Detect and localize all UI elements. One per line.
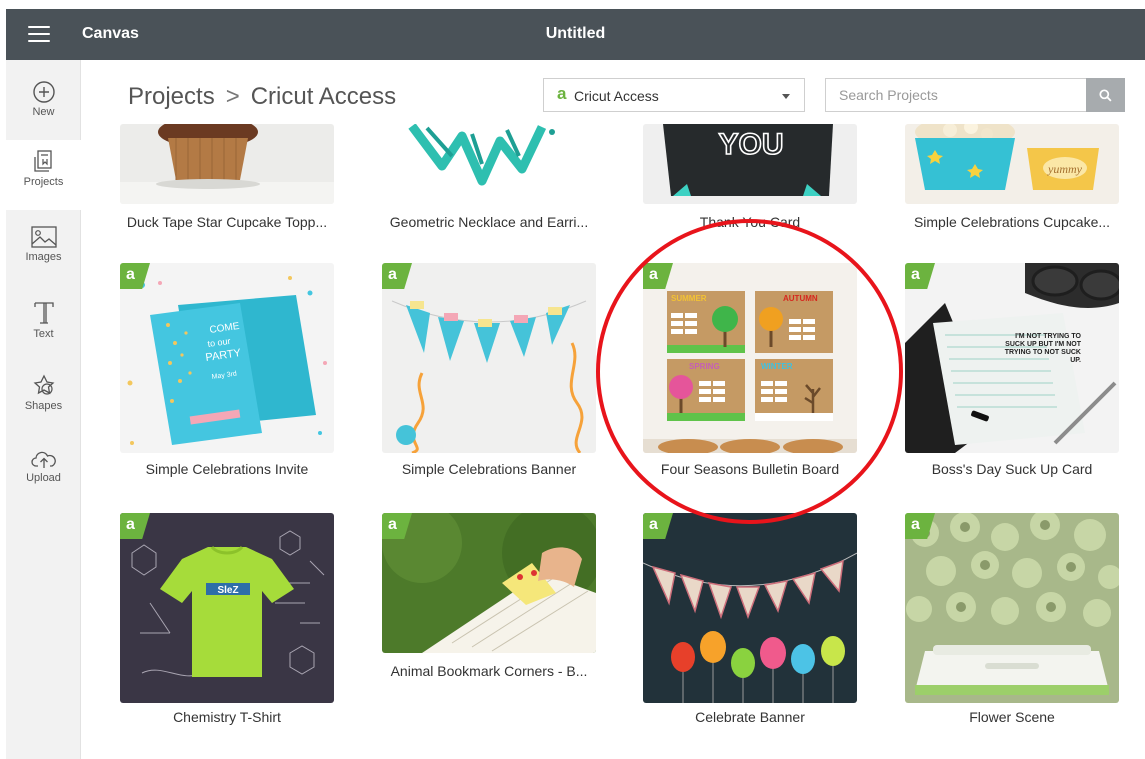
project-title: Chemistry T-Shirt	[173, 709, 281, 725]
search-icon	[1099, 89, 1112, 102]
sidebar-item-label: Text	[33, 328, 54, 340]
sidebar-item-label: Images	[25, 251, 62, 263]
plus-circle-icon	[32, 81, 55, 103]
search-button[interactable]	[1086, 78, 1125, 112]
project-thumbnail: YOU	[643, 124, 857, 204]
breadcrumb: Projects > Cricut Access	[128, 83, 396, 111]
project-thumbnail	[120, 124, 334, 204]
project-card-celebrate-banner[interactable]: a Celebrate Banner	[643, 513, 857, 728]
card-thumbnail-text: I'M NOT TRYING TO SUCK UP BUT I'M NOT TR…	[1004, 333, 1081, 364]
project-thumbnail: a	[382, 513, 596, 653]
sidebar-item-new[interactable]: New	[6, 72, 81, 142]
breadcrumb-separator: >	[225, 83, 240, 110]
breadcrumb-current: Cricut Access	[250, 83, 397, 110]
project-thumbnail: yummy	[905, 124, 1119, 204]
project-card-simple-celebrations-banner[interactable]: a Simple Celebrations Banner	[382, 263, 596, 483]
sidebar: New Projects Images Text Shapes Upload	[6, 60, 81, 759]
document-title: Untitled	[545, 25, 606, 42]
project-title: Flower Scene	[969, 709, 1055, 725]
project-card-simple-celebrations-invite[interactable]: COME to our PARTY May 3rd a Simple Celeb…	[120, 263, 334, 483]
sidebar-item-label: New	[32, 106, 55, 118]
sidebar-item-label: Projects	[23, 176, 64, 188]
project-thumbnail: COME to our PARTY May 3rd a	[120, 263, 334, 453]
project-thumbnail	[382, 124, 596, 204]
image-icon	[30, 226, 57, 248]
project-title: Thank You Card	[699, 214, 801, 230]
project-thumbnail: I'M NOT TRYING TO SUCK UP BUT I'M NOT TR…	[905, 263, 1119, 453]
project-title: Boss's Day Suck Up Card	[931, 461, 1093, 477]
project-card-simple-celebrations-cupcake[interactable]: yummy Simple Celebrations Cupcake...	[905, 124, 1119, 234]
sidebar-item-label: Shapes	[24, 400, 63, 412]
project-card-four-seasons-bulletin-board[interactable]: SUMMER AUTUMN SPRING WINTER a Four Seaso…	[643, 263, 857, 483]
sidebar-item-label: Upload	[26, 472, 61, 484]
project-card-thank-you-card[interactable]: YOU Thank You Card	[643, 124, 857, 234]
search-input[interactable]	[825, 78, 1087, 112]
text-icon	[33, 302, 54, 324]
project-thumbnail: a	[382, 263, 596, 453]
filter-selected-value: Cricut Access	[574, 88, 659, 104]
project-title: Simple Celebrations Invite	[145, 461, 309, 477]
sidebar-item-text[interactable]: Text	[6, 292, 81, 362]
project-card-chemistry-t-shirt[interactable]: SleZ a Chemistry T-Shirt	[120, 513, 334, 728]
cricut-access-logo-icon: a	[557, 84, 567, 103]
card-thumbnail-text: YOU	[718, 128, 783, 161]
sidebar-item-images[interactable]: Images	[6, 217, 81, 287]
sidebar-item-upload[interactable]: Upload	[6, 440, 81, 510]
project-card-animal-bookmark-corners[interactable]: a Animal Bookmark Corners - B...	[382, 513, 596, 728]
sidebar-item-projects[interactable]: Projects	[6, 140, 81, 210]
projects-icon	[33, 150, 52, 172]
project-title: Simple Celebrations Banner	[401, 461, 577, 477]
season-label: AUTUMN	[783, 294, 818, 303]
project-thumbnail: a	[905, 513, 1119, 703]
project-thumbnail: a	[643, 513, 857, 703]
project-title: Duck Tape Star Cupcake Topp...	[126, 214, 328, 230]
shapes-icon	[33, 374, 54, 395]
project-title: Animal Bookmark Corners - B...	[390, 663, 588, 679]
project-title: Geometric Necklace and Earri...	[389, 214, 589, 230]
project-card-geometric-necklace[interactable]: Geometric Necklace and Earri...	[382, 124, 596, 234]
top-bar: Canvas Untitled	[6, 9, 1145, 60]
season-label: SUMMER	[671, 294, 707, 303]
breadcrumb-root-link[interactable]: Projects	[128, 83, 215, 111]
project-card-bosss-day-card[interactable]: I'M NOT TRYING TO SUCK UP BUT I'M NOT TR…	[905, 263, 1119, 483]
project-title: Four Seasons Bulletin Board	[660, 461, 840, 477]
sidebar-item-shapes[interactable]: Shapes	[6, 366, 81, 436]
svg-text:SleZ: SleZ	[217, 585, 238, 596]
chevron-down-icon	[782, 94, 790, 99]
upload-icon	[30, 451, 56, 468]
project-filter-dropdown[interactable]: a Cricut Access	[543, 78, 805, 112]
project-title: Celebrate Banner	[695, 709, 805, 725]
season-label: SPRING	[689, 362, 720, 371]
project-thumbnail: SUMMER AUTUMN SPRING WINTER a	[643, 263, 857, 453]
project-card-flower-scene[interactable]: a Flower Scene	[905, 513, 1119, 728]
project-title: Simple Celebrations Cupcake...	[913, 214, 1111, 230]
svg-text:yummy: yummy	[1047, 162, 1083, 176]
season-label: WINTER	[761, 362, 793, 371]
project-thumbnail: SleZ a	[120, 513, 334, 703]
project-card-duck-tape-cupcake[interactable]: Duck Tape Star Cupcake Topp...	[120, 124, 334, 234]
